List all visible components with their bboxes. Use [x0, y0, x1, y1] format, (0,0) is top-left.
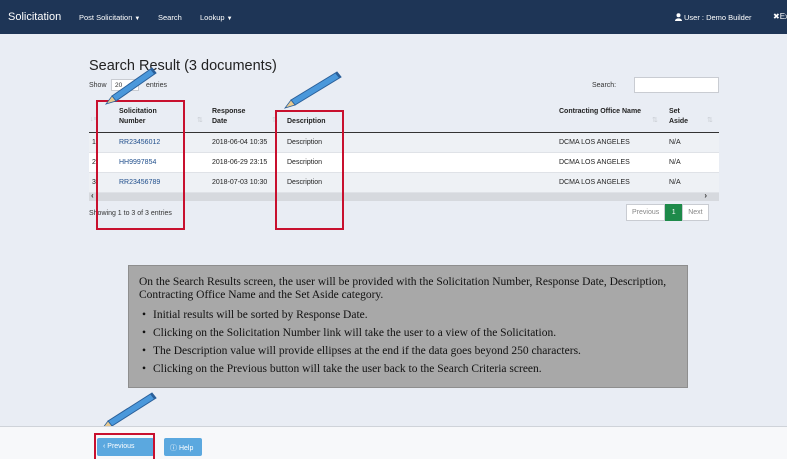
pagination-page-current[interactable]: 1 — [665, 204, 683, 221]
office-name: DCMA LOS ANGELES — [559, 159, 630, 166]
note-intro: On the Search Results screen, the user w… — [139, 276, 667, 301]
help-button[interactable]: ⓘ Help — [164, 438, 202, 456]
note-bullet: • Initial results will be sorted by Respo… — [139, 306, 581, 324]
user-menu[interactable]: User : Demo Builder — [675, 13, 752, 22]
footer-bar: ‹ Previous ⓘ Help — [0, 426, 787, 459]
response-date: 2018-07-03 10:30 — [212, 179, 268, 186]
search-input[interactable] — [634, 77, 719, 93]
info-icon: ⓘ — [170, 445, 179, 452]
pagination: Previous 1 Next — [626, 204, 709, 221]
sort-icon[interactable]: ⇅ — [197, 116, 203, 124]
column-header-office[interactable]: Contracting Office Name — [559, 107, 649, 117]
set-aside: N/A — [669, 159, 681, 166]
highlight-box-description — [275, 110, 344, 230]
note-bullets: • Initial results will be sorted by Respo… — [139, 306, 581, 378]
column-header-set-aside[interactable]: Set Aside — [669, 107, 699, 127]
pencil-icon — [100, 392, 157, 430]
nav-search[interactable]: Search — [158, 13, 182, 22]
sort-icon[interactable]: ⇅ — [652, 116, 658, 124]
note-bullet: • The Description value will provide elli… — [139, 342, 581, 360]
column-header-date[interactable]: Response Date — [212, 107, 262, 127]
set-aside: N/A — [669, 139, 681, 146]
office-name: DCMA LOS ANGELES — [559, 179, 630, 186]
nav-post-solicitation[interactable]: Post Solicitation ▼ — [79, 13, 140, 22]
pencil-icon — [104, 67, 157, 105]
note-bullet: • Clicking on the Solicitation Number lin… — [139, 324, 581, 342]
pagination-next[interactable]: Next — [682, 204, 709, 221]
set-aside: N/A — [669, 179, 681, 186]
pencil-icon — [283, 71, 342, 109]
scroll-left-icon[interactable]: ‹ — [91, 191, 94, 200]
caret-down-icon: ▼ — [226, 16, 233, 22]
office-name: DCMA LOS ANGELES — [559, 139, 630, 146]
highlight-box-solicitation-number — [96, 100, 185, 230]
top-navbar: Solicitation Post Solicitation ▼ Search L… — [0, 0, 787, 34]
bullet-icon: • — [142, 309, 147, 321]
bullet-icon: • — [142, 327, 147, 339]
response-date: 2018-06-29 23:15 — [212, 159, 268, 166]
pagination-previous[interactable]: Previous — [626, 204, 666, 221]
response-date: 2018-06-04 10:35 — [212, 139, 268, 146]
user-icon — [675, 13, 682, 21]
scroll-right-icon[interactable]: › — [704, 191, 707, 200]
note-bullet: • Clicking on the Previous button will ta… — [139, 360, 581, 378]
annotation-note: On the Search Results screen, the user w… — [128, 265, 688, 388]
highlight-box-previous — [94, 433, 155, 459]
bullet-icon: • — [142, 363, 147, 375]
bullet-icon: • — [142, 345, 147, 357]
caret-down-icon: ▼ — [134, 16, 141, 22]
nav-lookup[interactable]: Lookup ▼ — [200, 13, 233, 22]
exit-button[interactable]: ✖Ex — [773, 12, 787, 21]
search-label: Search: — [592, 82, 617, 89]
sort-icon[interactable]: ⇅ — [707, 116, 713, 124]
app-brand[interactable]: Solicitation — [8, 11, 61, 23]
